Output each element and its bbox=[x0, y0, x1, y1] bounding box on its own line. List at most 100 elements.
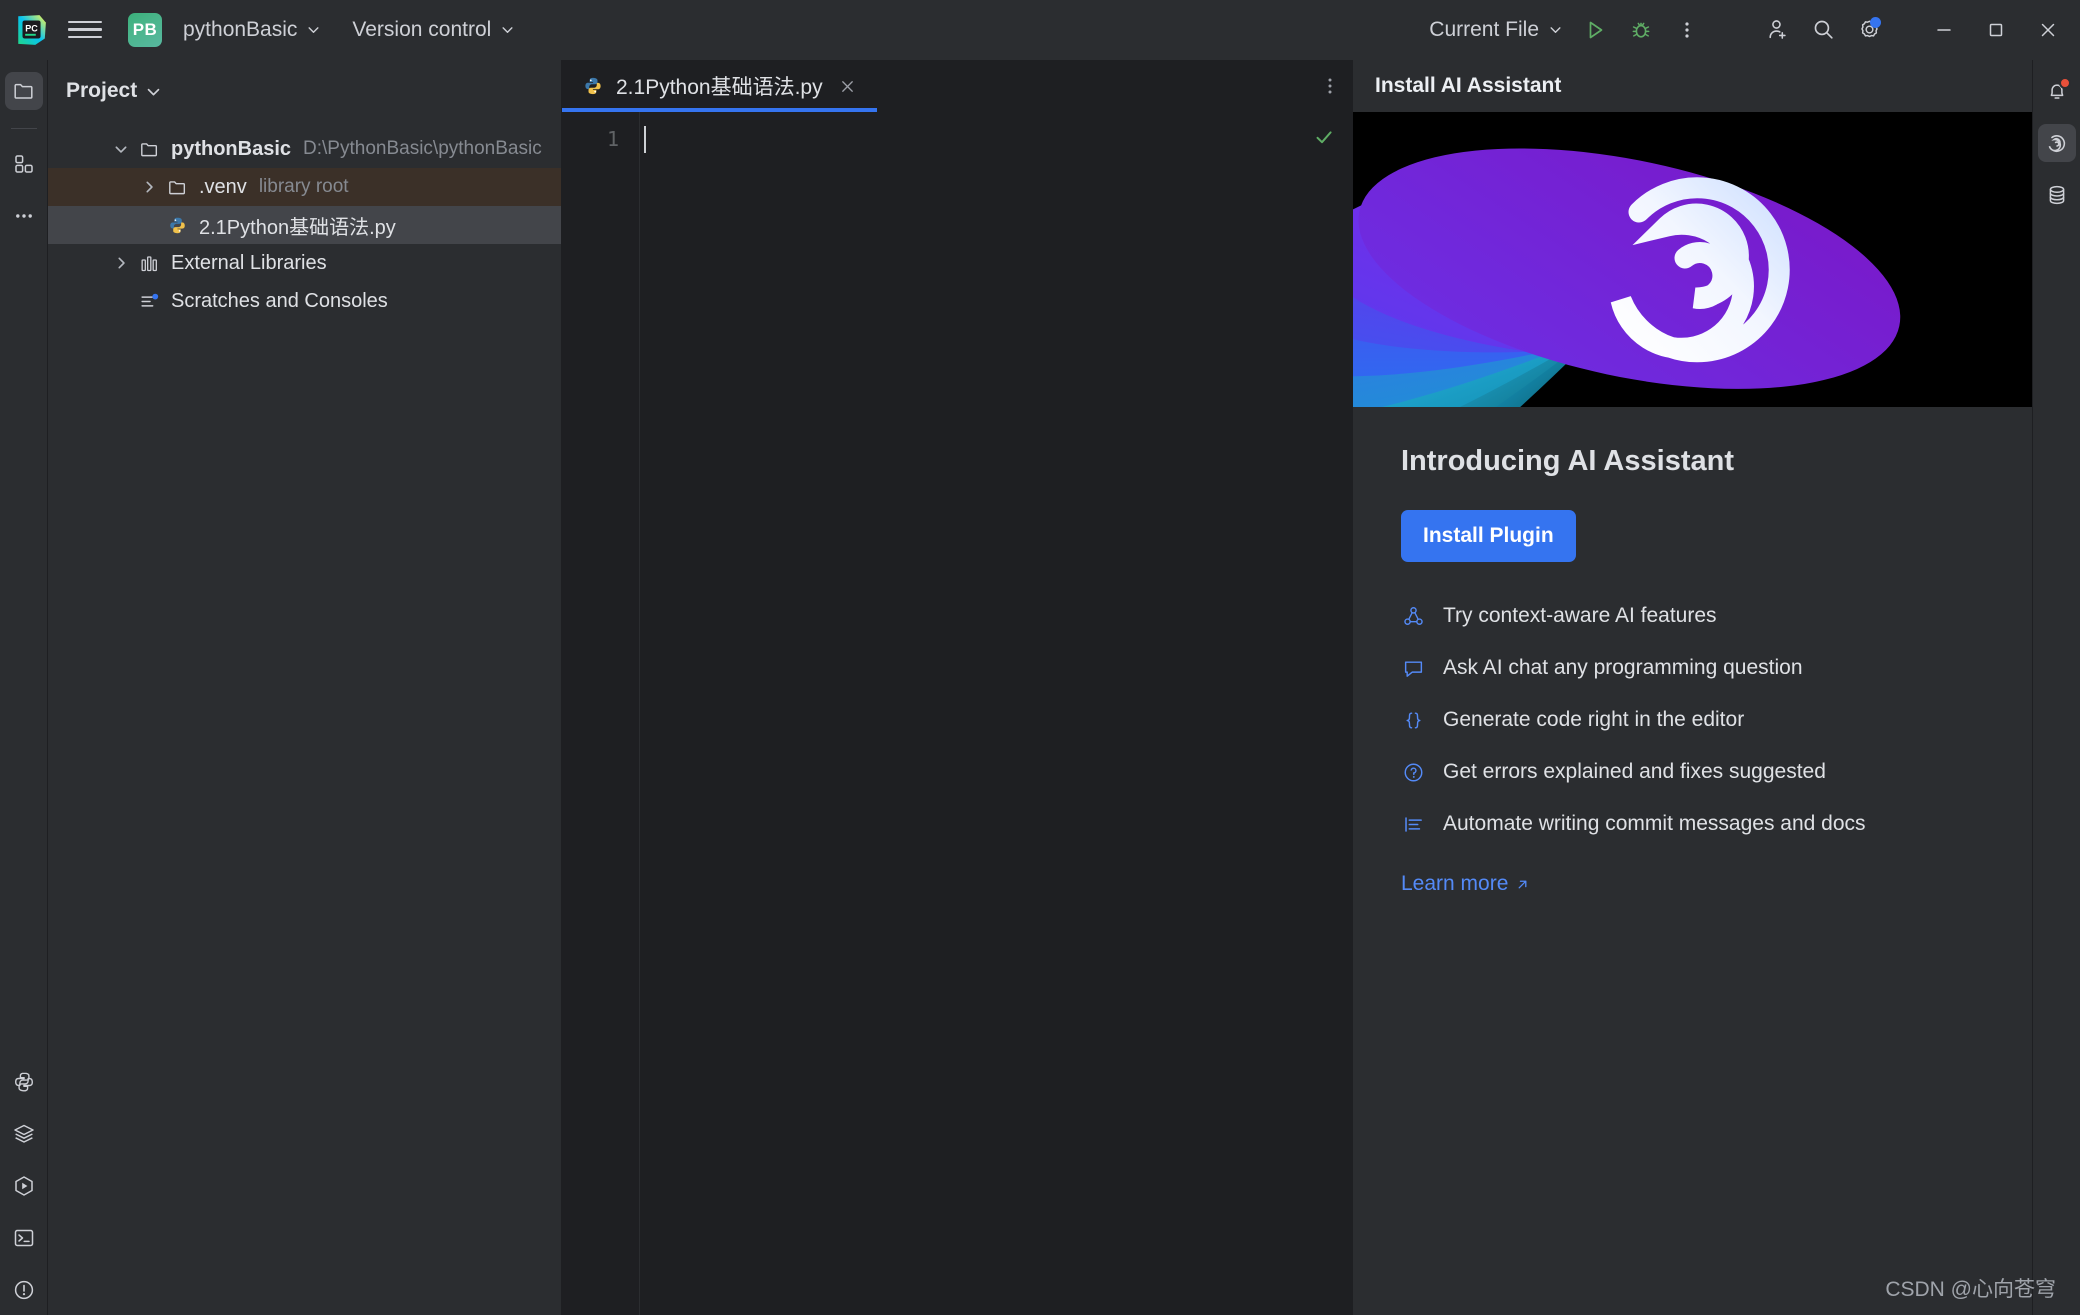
tree-node-venv[interactable]: .venv library root bbox=[48, 168, 561, 206]
sidebar-item-project[interactable] bbox=[4, 72, 43, 110]
maximize-button[interactable] bbox=[1970, 8, 2022, 52]
chat-bubble-icon bbox=[1401, 656, 1425, 680]
debug-bug-icon bbox=[1632, 22, 1650, 38]
run-config-label: Current File bbox=[1429, 17, 1539, 41]
line-number: 1 bbox=[606, 127, 619, 151]
chevron-down-icon bbox=[502, 27, 513, 33]
ai-panel-header: Install AI Assistant bbox=[1353, 60, 2032, 112]
feature-label: Automate writing commit messages and doc… bbox=[1443, 812, 1866, 835]
debug-button[interactable] bbox=[1618, 8, 1664, 52]
tree-node-scratches[interactable]: Scratches and Consoles bbox=[48, 282, 561, 320]
terminal-icon bbox=[14, 1229, 33, 1247]
editor-tab-close-icon[interactable] bbox=[835, 73, 861, 99]
account-button[interactable] bbox=[1754, 8, 1800, 52]
sidebar-item-python-console[interactable] bbox=[5, 1063, 43, 1101]
project-selector[interactable]: PB pythonBasic bbox=[124, 11, 330, 49]
project-tree: pythonBasic D:\PythonBasic\pythonBasic .… bbox=[48, 116, 561, 320]
folder-icon bbox=[164, 177, 190, 198]
ai-heading: Introducing AI Assistant bbox=[1401, 445, 1734, 477]
code-editor[interactable]: 1 bbox=[562, 112, 1352, 1315]
left-tool-rail bbox=[0, 60, 48, 1315]
title-bar-right: Current File bbox=[1419, 8, 2074, 52]
tab-strip-spacer bbox=[877, 60, 1308, 112]
inspection-status-badge[interactable] bbox=[1306, 120, 1342, 154]
sidebar-item-layers[interactable] bbox=[5, 1115, 43, 1153]
feature-row: Automate writing commit messages and doc… bbox=[1401, 812, 1982, 836]
tree-node-external-libraries[interactable]: External Libraries bbox=[48, 244, 561, 282]
folder-icon bbox=[13, 83, 33, 99]
maximize-icon bbox=[1989, 23, 2003, 36]
feature-row: Get errors explained and fixes suggested bbox=[1401, 760, 1982, 784]
install-plugin-button[interactable]: Install Plugin bbox=[1401, 510, 1576, 562]
learn-more-link[interactable]: Learn more bbox=[1401, 872, 1530, 896]
ai-context-icon bbox=[1401, 604, 1425, 628]
commit-lines-icon bbox=[1401, 812, 1425, 836]
chevron-down-icon[interactable] bbox=[106, 142, 136, 156]
settings-button[interactable] bbox=[1846, 8, 1892, 52]
minimize-icon bbox=[1937, 28, 1951, 31]
project-name-label: pythonBasic bbox=[183, 17, 298, 41]
more-vertical-icon bbox=[1685, 21, 1689, 38]
search-icon bbox=[1814, 20, 1833, 39]
scratches-icon bbox=[136, 291, 162, 312]
grid-squares-icon bbox=[14, 155, 33, 173]
sidebar-item-more[interactable] bbox=[5, 197, 43, 235]
external-link-arrow-icon bbox=[1518, 880, 1527, 888]
version-control-selector[interactable]: Version control bbox=[342, 11, 524, 49]
search-button[interactable] bbox=[1800, 8, 1846, 52]
database-button[interactable] bbox=[2038, 176, 2076, 214]
tree-node-hint: library root bbox=[258, 176, 349, 197]
title-bar: PC PB pythonBasic Version control Curren… bbox=[0, 0, 2080, 60]
minimize-button[interactable] bbox=[1918, 8, 1970, 52]
run-configuration-selector[interactable]: Current File bbox=[1419, 11, 1572, 49]
more-vertical-icon bbox=[1328, 78, 1332, 94]
project-tool-window: Project pythonBasic D:\PythonBasic\pytho… bbox=[48, 60, 562, 1315]
close-icon bbox=[2041, 23, 2055, 36]
notification-badge bbox=[2058, 77, 2071, 89]
tree-node-label: Scratches and Consoles bbox=[171, 289, 388, 312]
python-icon bbox=[14, 1072, 33, 1092]
hamburger-menu-icon[interactable] bbox=[68, 13, 102, 47]
layers-icon bbox=[13, 1124, 34, 1143]
tree-node-python-file[interactable]: 2.1Python基础语法.py bbox=[48, 206, 561, 244]
text-caret bbox=[644, 126, 646, 153]
left-rail-bottom bbox=[5, 1063, 43, 1315]
feature-label: Try context-aware AI features bbox=[1443, 604, 1717, 627]
editor-tab[interactable]: 2.1Python基础语法.py bbox=[562, 60, 877, 112]
library-icon bbox=[136, 253, 162, 274]
ai-assistant-banner bbox=[1353, 112, 2032, 407]
sidebar-item-plugins[interactable] bbox=[5, 145, 43, 183]
tree-node-label: 2.1Python基础语法.py bbox=[199, 216, 396, 239]
close-button[interactable] bbox=[2022, 8, 2074, 52]
chevron-right-icon[interactable] bbox=[134, 180, 164, 194]
ai-assistant-button[interactable] bbox=[2037, 124, 2076, 162]
run-play-icon bbox=[1589, 21, 1603, 38]
chevron-right-icon[interactable] bbox=[106, 256, 136, 270]
ai-panel-content: Introducing AI Assistant Install Plugin … bbox=[1353, 407, 2032, 896]
page-title: Project bbox=[66, 79, 138, 102]
sidebar-item-problems[interactable] bbox=[5, 1271, 43, 1309]
feature-row: Ask AI chat any programming question bbox=[1401, 656, 1982, 680]
settings-update-badge bbox=[1870, 16, 1881, 28]
more-actions-button[interactable] bbox=[1664, 8, 1710, 52]
sidebar-item-run[interactable] bbox=[5, 1167, 43, 1205]
editor-gutter[interactable]: 1 bbox=[562, 112, 640, 1315]
right-tool-rail bbox=[2032, 60, 2080, 1315]
hexagon-play-icon bbox=[14, 1176, 33, 1196]
code-surface[interactable] bbox=[640, 112, 1352, 1315]
question-circle-icon bbox=[1401, 760, 1425, 784]
project-panel-header[interactable]: Project bbox=[48, 66, 561, 116]
sidebar-item-terminal[interactable] bbox=[5, 1219, 43, 1257]
database-icon bbox=[2049, 185, 2064, 205]
ai-assistant-spiral-icon bbox=[2048, 134, 2066, 152]
run-button[interactable] bbox=[1572, 8, 1618, 52]
notifications-button[interactable] bbox=[2038, 72, 2076, 110]
editor-area: 2.1Python基础语法.py 1 bbox=[562, 60, 1352, 1315]
chevron-down-icon[interactable] bbox=[146, 84, 161, 99]
pycharm-logo: PC bbox=[18, 14, 46, 45]
python-file-icon bbox=[585, 77, 601, 95]
editor-options-button[interactable] bbox=[1308, 60, 1352, 112]
feature-label: Generate code right in the editor bbox=[1443, 708, 1745, 731]
editor-tab-label: 2.1Python基础语法.py bbox=[616, 76, 823, 99]
tree-node-project-root[interactable]: pythonBasic D:\PythonBasic\pythonBasic bbox=[48, 130, 561, 168]
